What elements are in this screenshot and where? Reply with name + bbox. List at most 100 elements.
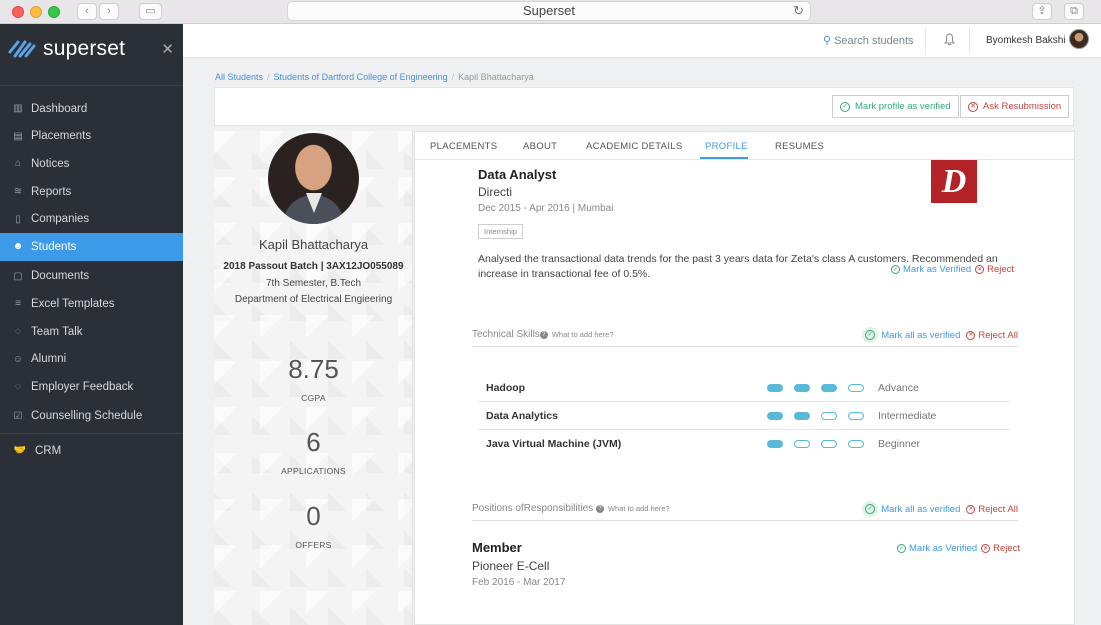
sidebar-item-dashboard[interactable]: ▥ Dashboard xyxy=(0,95,183,123)
responsibilities-title: Positions ofResponsibilities ? What to ad… xyxy=(472,503,670,514)
breadcrumb-college[interactable]: Students of Dartford College of Engineer… xyxy=(274,72,448,82)
responsibilities-header: Positions ofResponsibilities ? What to ad… xyxy=(472,501,1018,521)
position-mark-verified-button[interactable]: ✓ Mark as Verified xyxy=(897,543,977,554)
position-reject-button[interactable]: ✕ Reject xyxy=(981,543,1020,554)
position-verify-row: ✓ Mark as Verified ✕ Reject xyxy=(897,543,1020,554)
mark-all-verified-icon[interactable]: ✓ xyxy=(862,501,879,517)
topbar-divider xyxy=(925,28,926,54)
skill-name: Java Virtual Machine (JVM) xyxy=(486,438,622,450)
reject-all-button[interactable]: ✕ Reject All xyxy=(966,504,1018,515)
skill-level: Advance xyxy=(878,382,919,394)
experience-mark-verified-button[interactable]: ✓ Mark as Verified xyxy=(891,264,971,275)
responsibilities-actions: ✓ Mark all as verified ✕ Reject All xyxy=(862,501,1018,517)
sidebar-item-label: Students xyxy=(31,240,77,253)
back-button[interactable]: ‹ xyxy=(77,3,97,20)
sidebar-item-notices[interactable]: ⌂ Notices xyxy=(0,150,183,178)
sidebar-divider xyxy=(0,433,183,435)
student-department: Department of Electrical Engieering xyxy=(234,294,393,305)
section-help-text[interactable]: What to add here? xyxy=(608,504,670,513)
tab-placements[interactable]: PLACEMENTS xyxy=(430,141,497,152)
top-bar: ⚲ Search students Byomkesh Bakshi xyxy=(183,24,1101,58)
user-name[interactable]: Byomkesh Bakshi xyxy=(986,35,1065,46)
window-minimize-button[interactable] xyxy=(30,6,42,18)
experience-reject-button[interactable]: ✕ Reject xyxy=(975,264,1014,275)
skill-row: Java Virtual Machine (JVM) Beginner xyxy=(478,430,1010,458)
main-content: All Students / Students of Dartford Colleg… xyxy=(183,58,1101,625)
sidebar-item-team-talk[interactable]: ◌ Team Talk xyxy=(0,318,183,346)
placements-icon: ▤ xyxy=(13,130,23,142)
tab-resumes[interactable]: RESUMES xyxy=(775,141,824,152)
tab-academic-details[interactable]: ACADEMIC DETAILS xyxy=(586,141,682,152)
sidebar-item-counselling-schedule[interactable]: ☑ Counselling Schedule xyxy=(0,403,183,431)
topbar-divider xyxy=(969,28,970,54)
experience-dates: Dec 2015 - Apr 2016 | Mumbai xyxy=(478,203,614,214)
position-org: Pioneer E-Cell xyxy=(472,559,550,573)
students-icon: ☻ xyxy=(12,241,24,253)
window-zoom-button[interactable] xyxy=(48,6,60,18)
rating-pill-filled xyxy=(767,412,783,420)
help-icon[interactable]: ? xyxy=(539,331,548,339)
sidebar-item-alumni[interactable]: ☺ Alumni xyxy=(0,345,183,373)
offers-value: 0 xyxy=(306,501,321,531)
mark-profile-verified-button[interactable]: ✓ Mark profile as verified xyxy=(832,95,959,118)
sidebar-item-crm[interactable]: 🤝 CRM xyxy=(0,437,183,465)
breadcrumb-all-students[interactable]: All Students xyxy=(215,72,263,82)
rating-pill-filled xyxy=(794,384,810,392)
cross-icon: ✕ xyxy=(968,101,978,112)
mark-all-verified-button[interactable]: Mark all as verified xyxy=(881,504,960,515)
skill-rating xyxy=(767,440,875,448)
reject-all-label: Reject All xyxy=(978,329,1018,341)
mark-all-verified-button[interactable]: Mark all as verified xyxy=(881,330,960,341)
search-students[interactable]: ⚲ Search students xyxy=(823,34,914,47)
help-icon[interactable]: ? xyxy=(595,505,604,513)
search-icon: ⚲ xyxy=(823,35,832,47)
technical-skills-header: Technical Skills? What to add here? ✓ Mar… xyxy=(472,327,1018,347)
window-close-button[interactable] xyxy=(12,6,24,18)
sidebar-item-label: Reports xyxy=(31,185,72,198)
rating-pill-filled xyxy=(794,412,810,420)
profile-panel: Kapil Bhattacharya 2018 Passout Batch | … xyxy=(214,131,413,625)
experience-title: Data Analyst xyxy=(478,167,557,182)
close-icon[interactable]: ✕ xyxy=(161,40,174,58)
bell-icon[interactable] xyxy=(944,33,955,46)
reload-icon[interactable]: ↻ xyxy=(793,2,804,20)
action-bar: ✓ Mark profile as verified ✕ Ask Resubmi… xyxy=(214,87,1074,126)
sidebar-toggle-button[interactable]: ▭ xyxy=(139,3,162,20)
sidebar: superset ✕ ▥ Dashboard ▤ Placements ⌂ No… xyxy=(0,24,183,625)
cgpa-value: 8.75 xyxy=(288,354,339,384)
skill-level: Intermediate xyxy=(878,410,937,422)
sidebar-item-companies[interactable]: ▯ Companies xyxy=(0,205,183,233)
sidebar-item-excel-templates[interactable]: ≡ Excel Templates xyxy=(0,290,183,318)
section-help-text[interactable]: What to add here? xyxy=(552,330,614,339)
active-tab-indicator xyxy=(700,157,748,159)
tabs-button[interactable]: ⧉ xyxy=(1064,3,1084,20)
technical-skills-title: Technical Skills? What to add here? xyxy=(472,329,614,340)
tab-bar: PLACEMENTS ABOUT ACADEMIC DETAILS PROFIL… xyxy=(415,132,1074,160)
ask-resubmission-button[interactable]: ✕ Ask Resubmission xyxy=(960,95,1070,118)
tab-profile[interactable]: PROFILE xyxy=(705,141,748,152)
sidebar-item-label: Dashboard xyxy=(31,102,88,115)
alumni-icon: ☺ xyxy=(12,353,24,365)
rating-pill-empty xyxy=(821,440,837,448)
skill-name: Data Analytics xyxy=(486,410,558,422)
brand-logo[interactable]: superset xyxy=(8,34,125,64)
forward-button[interactable]: › xyxy=(99,3,119,20)
share-button[interactable]: ⇪ xyxy=(1032,3,1052,20)
sidebar-item-label: Excel Templates xyxy=(31,297,115,310)
profile-card: PLACEMENTS ABOUT ACADEMIC DETAILS PROFIL… xyxy=(414,131,1075,625)
sidebar-item-reports[interactable]: ≋ Reports xyxy=(0,178,183,206)
sidebar-item-placements[interactable]: ▤ Placements xyxy=(0,123,183,151)
sidebar-item-documents[interactable]: ▢ Documents xyxy=(0,263,183,291)
avatar[interactable] xyxy=(1069,29,1089,49)
mark-all-verified-icon[interactable]: ✓ xyxy=(862,327,879,343)
sidebar-item-students[interactable]: ☻ Students xyxy=(0,232,183,261)
check-icon: ✓ xyxy=(840,101,850,112)
address-bar[interactable]: Superset ↻ xyxy=(287,1,811,21)
sidebar-item-employer-feedback[interactable]: ◌ Employer Feedback xyxy=(0,373,183,401)
resubmit-label: Ask Resubmission xyxy=(983,101,1062,112)
sidebar-item-label: Employer Feedback xyxy=(31,380,134,393)
offers-label: OFFERS xyxy=(295,540,332,550)
reject-all-button[interactable]: ✕ Reject All xyxy=(966,330,1018,341)
tab-about[interactable]: ABOUT xyxy=(523,141,557,152)
cross-icon: ✕ xyxy=(966,330,976,340)
